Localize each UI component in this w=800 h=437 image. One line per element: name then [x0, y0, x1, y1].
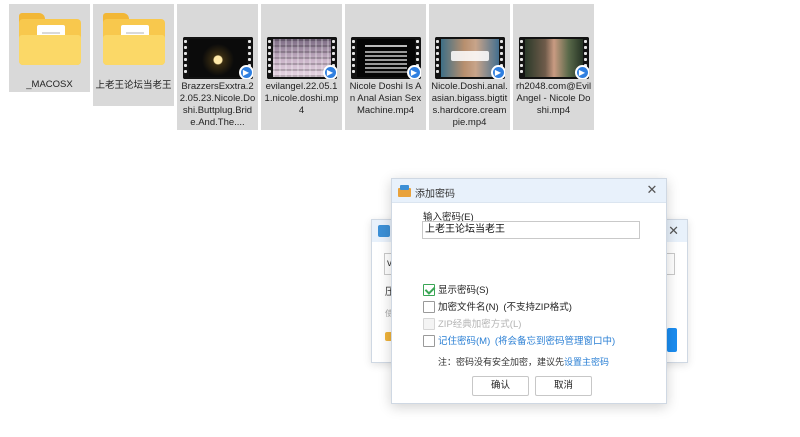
file-item-video-4[interactable]: ▶ Nicole.Doshi.anal.asian.bigass.bigtits…	[429, 4, 510, 130]
desktop: _MACOSX 上老王论坛当老王 ▶ BrazzersExxtra.22.05.…	[0, 0, 800, 437]
video-thumbnail-icon: ▶	[350, 37, 421, 79]
file-item-video-1[interactable]: ▶ BrazzersExxtra.22.05.23.Nicole.Doshi.B…	[177, 4, 258, 130]
file-item-macosx[interactable]: _MACOSX	[9, 4, 90, 92]
video-thumbnail-icon: ▶	[518, 37, 589, 79]
show-password-label: 显示密码(S)	[438, 285, 489, 296]
cancel-button[interactable]: 取消	[535, 376, 592, 396]
archive-app-icon	[398, 185, 411, 197]
app-icon	[378, 225, 390, 237]
media-player-badge-icon: ▶	[406, 65, 421, 79]
media-player-badge-icon: ▶	[490, 65, 505, 79]
video-thumbnail-icon: ▶	[266, 37, 337, 79]
remember-password-note: (将会备忘到密码管理窗口中)	[494, 336, 616, 347]
folder-icon	[18, 13, 81, 65]
file-name: Nicole.Doshi.anal.asian.bigass.bigtits.h…	[431, 81, 508, 128]
file-name: 上老王论坛当老王	[95, 80, 172, 91]
password-input[interactable]: 上老王论坛当老王	[422, 221, 640, 239]
close-icon[interactable]: ✕	[644, 182, 660, 198]
security-note: 注：密码没有安全加密，建议先设置主密码	[438, 355, 609, 368]
remember-password-label: 记住密码(M)	[438, 336, 491, 347]
start-button[interactable]	[667, 328, 677, 352]
video-thumbnail-icon: ▶	[434, 37, 505, 79]
encrypt-filenames-label: 加密文件名(N)	[438, 302, 499, 313]
file-name: Nicole Doshi Is An Anal Asian Sex Machin…	[349, 81, 422, 116]
file-name: evilangel.22.05.11.nicole.doshi.mp4	[264, 81, 339, 116]
media-player-badge-icon: ▶	[322, 65, 337, 79]
file-name: _MACOSX	[26, 79, 73, 90]
file-item-video-3[interactable]: ▶ Nicole Doshi Is An Anal Asian Sex Mach…	[345, 4, 426, 130]
remember-password-checkbox[interactable]	[423, 335, 435, 347]
file-name: BrazzersExxtra.22.05.23.Nicole.Doshi.But…	[179, 81, 256, 128]
show-password-checkbox[interactable]	[423, 284, 435, 296]
set-master-password-link[interactable]: 设置主密码	[564, 357, 609, 367]
dialog-titlebar: 添加密码 ✕	[392, 179, 666, 203]
dialog-title: 添加密码	[415, 189, 455, 200]
video-thumbnail-icon: ▶	[182, 37, 253, 79]
encrypt-filenames-note: (不支持ZIP格式)	[503, 302, 572, 313]
folder-icon	[102, 13, 165, 65]
security-note-text: 注：密码没有安全加密，建议先	[438, 357, 565, 367]
media-player-badge-icon: ▶	[574, 65, 589, 79]
media-player-badge-icon: ▶	[238, 65, 253, 79]
file-item-video-5[interactable]: ▶ rh2048.com@Evil Angel - Nicole Doshi.m…	[513, 4, 594, 130]
close-icon[interactable]: ✕	[668, 223, 679, 239]
zip-classic-label: ZIP经典加密方式(L)	[438, 319, 522, 330]
zip-classic-checkbox	[423, 318, 435, 330]
file-item-video-2[interactable]: ▶ evilangel.22.05.11.nicole.doshi.mp4	[261, 4, 342, 130]
confirm-button[interactable]: 确认	[472, 376, 529, 396]
file-name: rh2048.com@Evil Angel - Nicole Doshi.mp4	[515, 81, 592, 116]
encrypt-filenames-checkbox[interactable]	[423, 301, 435, 313]
file-item-folder-laowang[interactable]: 上老王论坛当老王	[93, 4, 174, 106]
add-password-dialog: 添加密码 ✕ 输入密码(E) 上老王论坛当老王 显示密码(S) 加密文件名(N)…	[391, 178, 667, 404]
